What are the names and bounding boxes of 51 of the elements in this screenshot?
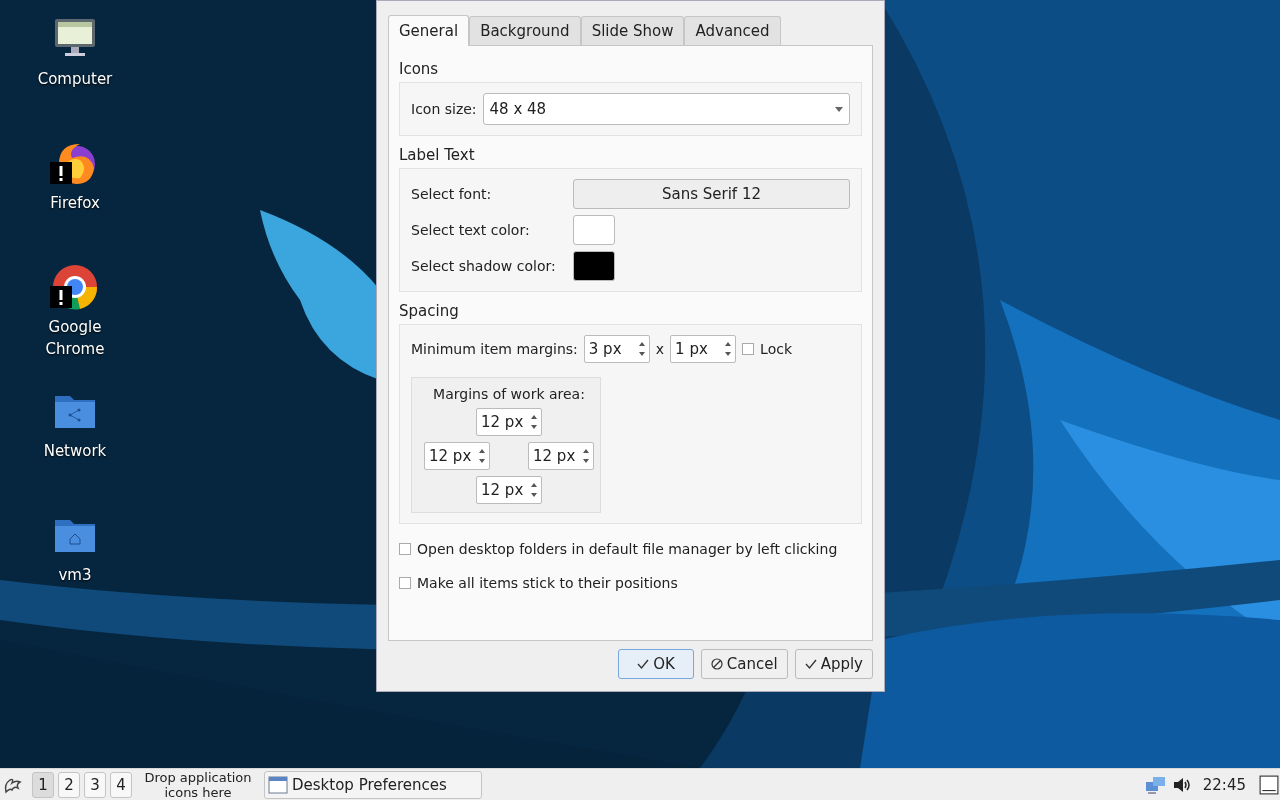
field-label: Select font: [411, 186, 493, 202]
desktop-switch-button[interactable]: 4 [110, 771, 132, 798]
dialog-button[interactable]: OK [618, 649, 694, 679]
field-label: Icon size: [411, 101, 477, 117]
icon-label[interactable]: Google Chrome [30, 316, 120, 360]
checkbox-label[interactable]: Make all items stick to their positions [417, 575, 678, 591]
field-label: Select shadow color: [411, 258, 557, 274]
check-icon [637, 658, 650, 670]
group-title: Margins of work area: [433, 386, 585, 402]
icon-label[interactable]: vm3 [30, 564, 120, 586]
cancel-icon [710, 658, 723, 670]
tab[interactable]: Advanced [684, 16, 781, 45]
color-swatch[interactable] [573, 215, 615, 245]
check-icon [804, 658, 817, 670]
icon-size-dropdown[interactable]: 48 x 48 [482, 93, 850, 125]
checkbox[interactable] [399, 577, 411, 589]
tab[interactable]: General [388, 15, 470, 46]
desktop-switch-button[interactable]: 1 [32, 771, 54, 798]
icon-label[interactable]: Firefox [30, 192, 120, 214]
launcher-hint: Drop application icons here [143, 769, 253, 800]
separator-label: x [655, 341, 665, 357]
section-title: Label Text [399, 145, 476, 166]
spin-box[interactable]: 3 px [583, 335, 650, 363]
desktop-switch-button[interactable]: 2 [58, 771, 80, 798]
field-label: Select text color: [411, 222, 531, 238]
icon-label[interactable]: Network [30, 440, 120, 462]
spin-box[interactable]: 12 px [476, 476, 542, 504]
taskbar-task[interactable]: Desktop Preferences [264, 770, 482, 799]
dialog-button[interactable]: Apply [794, 649, 873, 679]
field-label: Minimum item margins: [411, 341, 578, 357]
icon-label[interactable]: Computer [30, 68, 120, 90]
tab[interactable]: Slide Show [580, 16, 685, 45]
clock[interactable]: 22:45 [1202, 775, 1246, 794]
section-title: Icons [399, 59, 440, 80]
checkbox-label[interactable]: Open desktop folders in default file manager by left clicking [417, 541, 838, 557]
window-icon [268, 774, 288, 795]
checkbox-label[interactable]: Lock [760, 341, 793, 357]
show-desktop-icon[interactable] [1258, 774, 1280, 795]
spin-box[interactable]: 12 px [476, 408, 542, 436]
caret-icon [835, 106, 843, 112]
dialog-button[interactable]: Cancel [700, 649, 788, 679]
tab[interactable]: Background [469, 16, 581, 45]
spin-box[interactable]: 12 px [424, 442, 490, 470]
checkbox[interactable] [742, 343, 755, 355]
section-title: Spacing [399, 301, 460, 322]
checkbox[interactable] [399, 543, 411, 555]
spin-box[interactable]: 12 px [528, 442, 594, 470]
spin-box[interactable]: 1 px [670, 335, 737, 363]
color-swatch[interactable] [573, 251, 615, 281]
desktop-switch-button[interactable]: 3 [84, 771, 106, 798]
font-button[interactable]: Sans Serif 12 [573, 179, 850, 209]
